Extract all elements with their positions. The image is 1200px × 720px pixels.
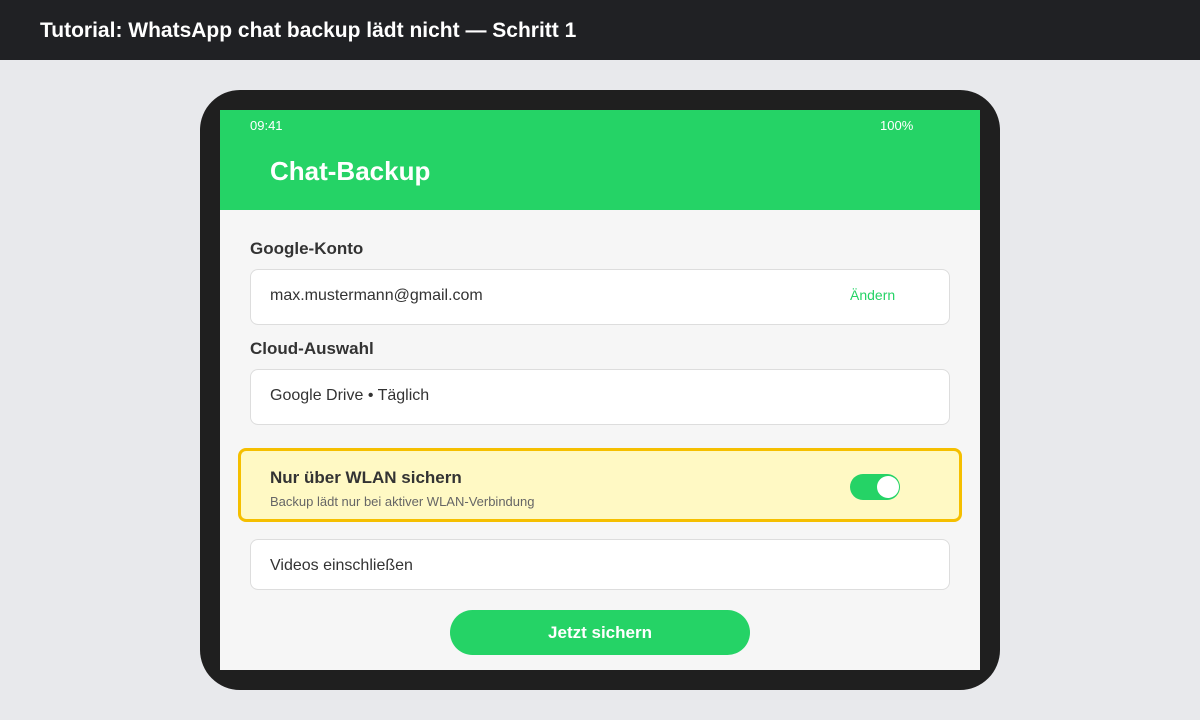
tutorial-topbar: Tutorial: WhatsApp chat backup lädt nich… xyxy=(0,0,1200,60)
device-frame: 09:41 100% Chat-Backup Google-Konto max.… xyxy=(200,90,1000,690)
wlan-only-toggle[interactable] xyxy=(850,474,900,500)
wlan-only-title: Nur über WLAN sichern xyxy=(270,468,462,487)
cloud-selection-card[interactable]: Google Drive • Täglich xyxy=(250,369,950,425)
page-title: Chat-Backup xyxy=(270,156,431,186)
phone-screen: 09:41 100% Chat-Backup Google-Konto max.… xyxy=(220,110,980,670)
backup-now-button[interactable]: Jetzt sichern xyxy=(450,610,750,655)
account-email: max.mustermann@gmail.com xyxy=(270,287,483,304)
app-header: 09:41 100% Chat-Backup xyxy=(220,110,980,210)
google-account-card[interactable]: max.mustermann@gmail.com Ändern xyxy=(250,269,950,325)
status-time: 09:41 xyxy=(250,118,283,133)
tutorial-title: Tutorial: WhatsApp chat backup lädt nich… xyxy=(40,19,577,42)
wlan-only-option[interactable]: Nur über WLAN sichern Backup lädt nur be… xyxy=(238,448,962,522)
cloud-selection-value: Google Drive • Täglich xyxy=(270,387,430,404)
toggle-knob xyxy=(877,476,899,498)
cloud-selection-label: Cloud-Auswahl xyxy=(250,339,374,358)
include-videos-option[interactable]: Videos einschließen xyxy=(250,539,950,590)
include-videos-label: Videos einschließen xyxy=(270,557,413,574)
google-account-label: Google-Konto xyxy=(250,239,364,258)
wlan-only-description: Backup lädt nur bei aktiver WLAN-Verbind… xyxy=(270,494,535,509)
status-battery: 100% xyxy=(880,118,914,133)
change-account-link[interactable]: Ändern xyxy=(850,286,895,304)
